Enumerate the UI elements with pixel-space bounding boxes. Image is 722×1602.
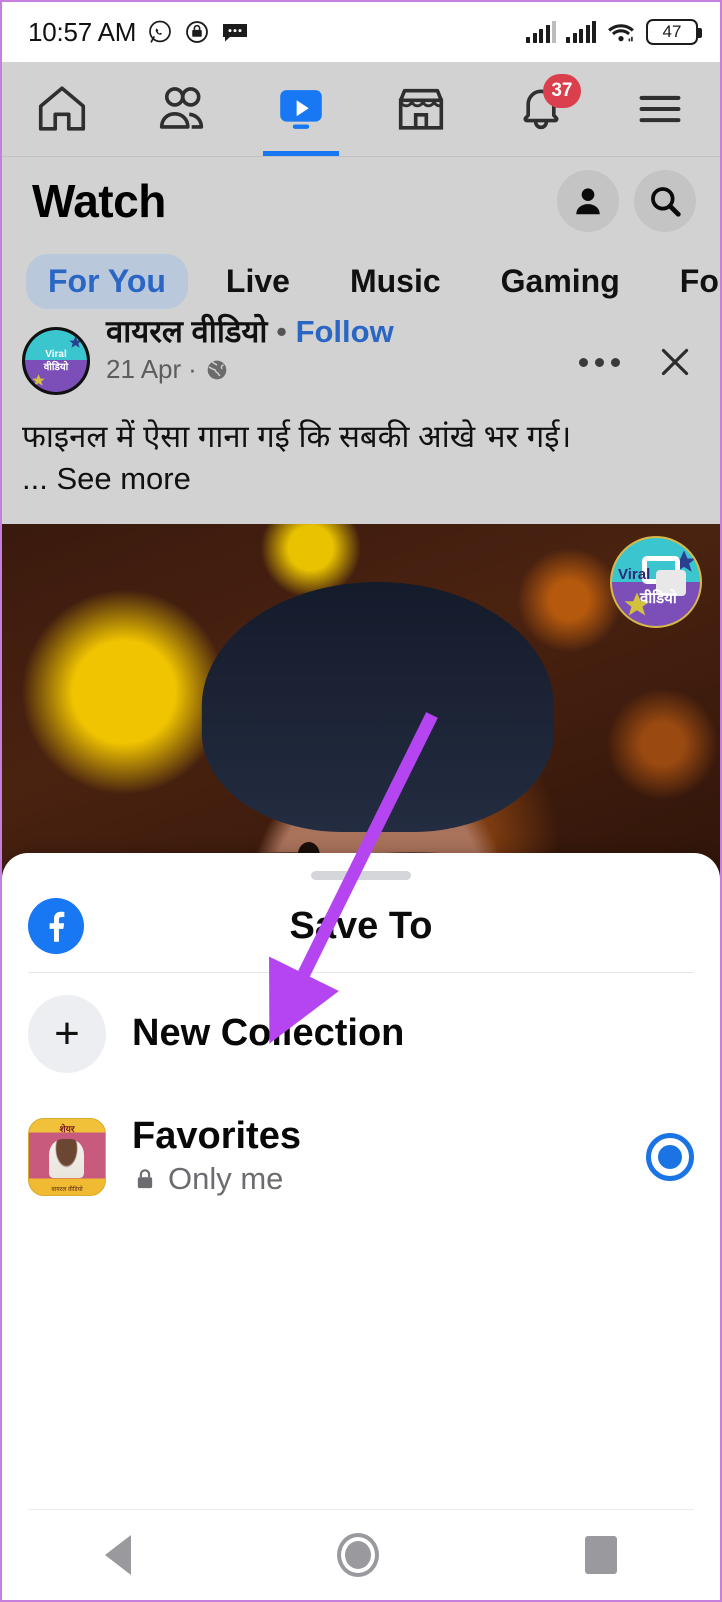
favorites-privacy: Only me: [132, 1161, 620, 1197]
home-circle-icon[interactable]: [337, 1533, 379, 1577]
watch-profile-button[interactable]: [557, 170, 619, 232]
pill-for-you[interactable]: For You: [26, 253, 188, 309]
follow-link[interactable]: Follow: [296, 314, 394, 349]
status-bar: 10:57 AM 47: [2, 2, 720, 62]
watch-search-button[interactable]: [634, 170, 696, 232]
signal-bars-icon-2: [566, 21, 596, 43]
list-item-favorites[interactable]: शेयर वायरल वीडियो Favorites Only me: [2, 1095, 720, 1219]
video-watermark: Viral वीडियो: [610, 536, 702, 628]
pill-music[interactable]: Music: [328, 254, 463, 309]
new-collection-label: New Collection: [132, 1012, 405, 1055]
recents-square-icon[interactable]: [585, 1536, 617, 1574]
favorites-label: Favorites: [132, 1115, 301, 1157]
feed-post: Viral वीडियो वायरल वीडियो • Follow 21 Ap…: [2, 314, 720, 497]
plus-icon: +: [28, 995, 106, 1073]
thumbnail-top-text: शेयर: [59, 1123, 75, 1134]
post-author-line: वायरल वीडियो • Follow: [106, 314, 394, 349]
avatar-text-bottom: वीडियो: [43, 361, 69, 373]
phone-screen: 10:57 AM 47 37 Watch For You Live Music …: [0, 0, 722, 1602]
pill-gaming[interactable]: Gaming: [479, 254, 642, 309]
post-author-name[interactable]: वायरल वीडियो: [106, 314, 267, 349]
watch-header-actions: [557, 170, 696, 232]
app-notification-icon: [186, 21, 209, 43]
tab-friends[interactable]: [122, 62, 242, 156]
sheet-header: Save To: [2, 880, 720, 972]
sheet-drag-handle[interactable]: [311, 871, 411, 880]
back-triangle-icon[interactable]: [105, 1535, 131, 1575]
star-icon: [32, 374, 45, 386]
subject-hair: [201, 582, 555, 832]
post-meta: वायरल वीडियो • Follow 21 Apr ·: [106, 314, 394, 385]
profile-avatar-icon: [576, 188, 600, 215]
post-separator: •: [276, 314, 287, 349]
watch-video-icon: [280, 90, 322, 129]
post-date: 21 Apr: [106, 354, 182, 385]
facebook-top-tab-bar: 37: [2, 62, 720, 157]
see-more-link[interactable]: ... See more: [22, 461, 700, 497]
post-dot: ·: [188, 354, 197, 385]
status-time: 10:57 AM: [28, 16, 137, 47]
whatsapp-icon: [149, 20, 172, 43]
thumbnail-figure: [48, 1138, 84, 1179]
favorites-radio-selected[interactable]: [646, 1132, 694, 1181]
thumbnail-bottom-text: वायरल वीडियो: [51, 1186, 83, 1193]
favorites-main: Favorites Only me: [132, 1115, 620, 1197]
status-bar-right: 47: [526, 19, 702, 45]
pill-following[interactable]: Fo: [658, 254, 720, 309]
watch-header: Watch: [2, 157, 720, 245]
marketplace-icon: [398, 88, 443, 130]
lock-icon: [137, 1169, 153, 1188]
three-dots-icon[interactable]: [579, 357, 620, 367]
post-body-text: फाइनल में ऐसा गाना गई कि सबकी आंखे भर गई…: [22, 419, 572, 454]
hamburger-menu-icon: [639, 95, 681, 123]
battery-icon: 47: [646, 19, 702, 45]
android-navigation-bar: [2, 1510, 720, 1600]
home-icon: [38, 86, 85, 131]
pill-live[interactable]: Live: [204, 254, 312, 309]
battery-level: 47: [662, 22, 682, 41]
collection-thumbnail: शेयर वायरल वीडियो: [28, 1117, 106, 1196]
avatar-text-top: Viral: [45, 348, 67, 360]
list-item-new-collection[interactable]: + New Collection: [2, 973, 720, 1095]
tab-menu[interactable]: [600, 62, 720, 156]
tab-marketplace[interactable]: [361, 62, 481, 156]
wifi-icon: [608, 24, 634, 42]
save-to-bottom-sheet: Save To + New Collection शेयर वायरल वीडि…: [2, 853, 720, 1600]
status-bar-left: 10:57 AM: [28, 17, 249, 48]
search-icon: [651, 187, 681, 217]
tab-home[interactable]: [2, 62, 122, 156]
sheet-title: Save To: [289, 904, 433, 947]
tab-watch[interactable]: [241, 62, 361, 156]
new-collection-main: New Collection: [132, 1012, 694, 1055]
star-icon: [69, 336, 82, 348]
tab-notifications[interactable]: 37: [481, 62, 601, 156]
favorites-privacy-label: Only me: [168, 1160, 284, 1196]
watermark-text-top: Viral: [618, 566, 651, 583]
facebook-logo-icon: [28, 898, 84, 954]
watch-category-pills: For You Live Music Gaming Fo: [2, 245, 720, 317]
page-title: Watch: [32, 175, 166, 227]
post-author-avatar[interactable]: Viral वीडियो: [22, 327, 90, 395]
post-subline: 21 Apr ·: [106, 354, 394, 385]
watermark-text-bottom: वीडियो: [640, 590, 677, 607]
notification-badge: 37: [542, 74, 581, 108]
friends-icon: [159, 87, 203, 129]
post-header: Viral वीडियो वायरल वीडियो • Follow 21 Ap…: [22, 314, 700, 395]
post-tools: [579, 341, 696, 383]
signal-bars-icon-1: [526, 21, 556, 43]
globe-icon: [207, 360, 227, 379]
message-icon: [223, 24, 248, 42]
close-x-icon[interactable]: [654, 341, 696, 383]
